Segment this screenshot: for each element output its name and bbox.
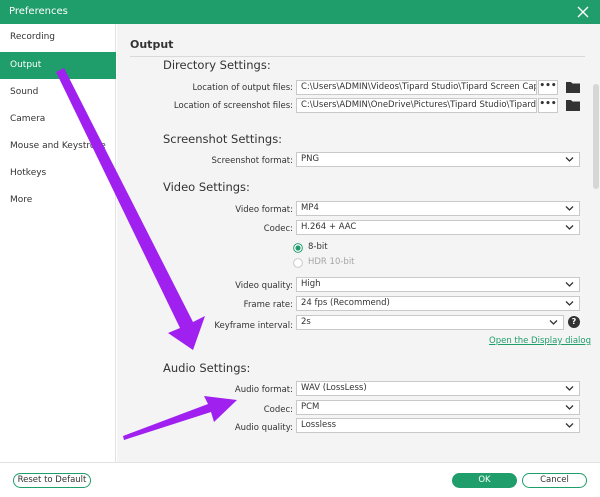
screenshot-files-path-field[interactable]: C:\Users\ADMIN\OneDrive\Pictures\Tipard … (296, 98, 537, 113)
section-divider (130, 56, 585, 57)
video-quality-select[interactable]: High (296, 277, 580, 292)
audio-quality-label: Audio quality: (234, 423, 293, 433)
video-format-label: Video format: (235, 205, 293, 215)
keyframe-interval-select[interactable]: 2s (296, 315, 564, 330)
video-format-select[interactable]: MP4 (296, 201, 580, 216)
cancel-button[interactable]: Cancel (522, 473, 587, 488)
radio-unselected-icon (293, 258, 303, 268)
audio-quality-value: Lossless (301, 420, 337, 430)
audio-format-select[interactable]: WAV (LossLess) (296, 381, 580, 396)
close-icon[interactable] (576, 5, 590, 19)
chevron-down-icon (565, 225, 574, 230)
audio-codec-select[interactable]: PCM (296, 400, 580, 415)
chevron-down-icon (565, 282, 574, 287)
chevron-down-icon (549, 320, 558, 325)
video-quality-value: High (301, 279, 321, 289)
audio-codec-label: Codec: (263, 405, 293, 415)
screenshot-format-select[interactable]: PNG (296, 152, 580, 167)
radio-8-bit-label: 8-bit (308, 242, 328, 252)
chevron-down-icon (565, 301, 574, 306)
chevron-down-icon (565, 206, 574, 211)
keyframe-interval-value: 2s (301, 317, 311, 327)
video-format-value: MP4 (301, 203, 319, 213)
screenshot-files-label: Location of screenshot files: (173, 101, 293, 111)
window-title: Preferences (9, 6, 68, 17)
screenshot-format-label: Screenshot format: (211, 156, 294, 166)
output-folder-icon[interactable] (566, 81, 580, 93)
video-quality-label: Video quality: (235, 281, 293, 291)
video-settings-title: Video Settings: (163, 180, 250, 194)
output-files-path-field[interactable]: C:\Users\ADMIN\Videos\Tipard Studio\Tipa… (296, 80, 537, 95)
chevron-down-icon (565, 423, 574, 428)
frame-rate-value: 24 fps (Recommend) (301, 298, 390, 308)
sidebar: Recording Output Sound Camera Mouse and … (0, 24, 116, 462)
audio-codec-value: PCM (301, 402, 320, 412)
audio-format-value: WAV (LossLess) (301, 383, 367, 393)
radio-hdr-10-bit-label: HDR 10-bit (308, 257, 355, 267)
output-files-browse-button[interactable]: ••• (538, 80, 558, 95)
directory-settings-title: Directory Settings: (163, 58, 271, 72)
sidebar-item-more[interactable]: More (0, 187, 116, 214)
video-codec-label: Codec: (263, 224, 293, 234)
settings-panel: Output Directory Settings: Location of o… (117, 24, 600, 462)
screenshot-settings-title: Screenshot Settings: (163, 132, 283, 146)
dialog-footer: Reset to Default OK Cancel (0, 462, 600, 497)
radio-selected-icon (293, 243, 303, 253)
section-title-output: Output (130, 38, 174, 51)
audio-settings-title: Audio Settings: (163, 361, 251, 375)
screenshot-files-browse-button[interactable]: ••• (538, 98, 558, 113)
sidebar-item-mouse-and-keystroke[interactable]: Mouse and Keystroke (0, 133, 116, 160)
chevron-down-icon (565, 405, 574, 410)
ok-button[interactable]: OK (452, 473, 517, 488)
keyframe-interval-label: Keyframe interval: (214, 321, 293, 331)
frame-rate-select[interactable]: 24 fps (Recommend) (296, 296, 580, 311)
sidebar-item-camera[interactable]: Camera (0, 106, 116, 133)
output-files-label: Location of output files: (192, 83, 293, 93)
sidebar-item-output[interactable]: Output (0, 52, 116, 79)
reset-to-default-button[interactable]: Reset to Default (13, 473, 91, 488)
chevron-down-icon (565, 386, 574, 391)
audio-quality-select[interactable]: Lossless (296, 418, 580, 433)
video-codec-select[interactable]: H.264 + AAC (296, 220, 580, 235)
open-display-dialog-link[interactable]: Open the Display dialog (489, 336, 591, 346)
sidebar-item-recording[interactable]: Recording (0, 24, 116, 51)
sidebar-item-hotkeys[interactable]: Hotkeys (0, 160, 116, 187)
scrollbar-thumb[interactable] (593, 84, 599, 189)
frame-rate-label: Frame rate: (243, 300, 293, 310)
audio-format-label: Audio format: (234, 385, 293, 395)
title-bar: Preferences (0, 0, 600, 24)
sidebar-item-sound[interactable]: Sound (0, 79, 116, 106)
video-codec-value: H.264 + AAC (301, 222, 357, 232)
help-icon[interactable]: ? (568, 316, 580, 328)
screenshot-folder-icon[interactable] (566, 99, 580, 111)
chevron-down-icon (565, 157, 574, 162)
screenshot-format-value: PNG (301, 154, 320, 164)
